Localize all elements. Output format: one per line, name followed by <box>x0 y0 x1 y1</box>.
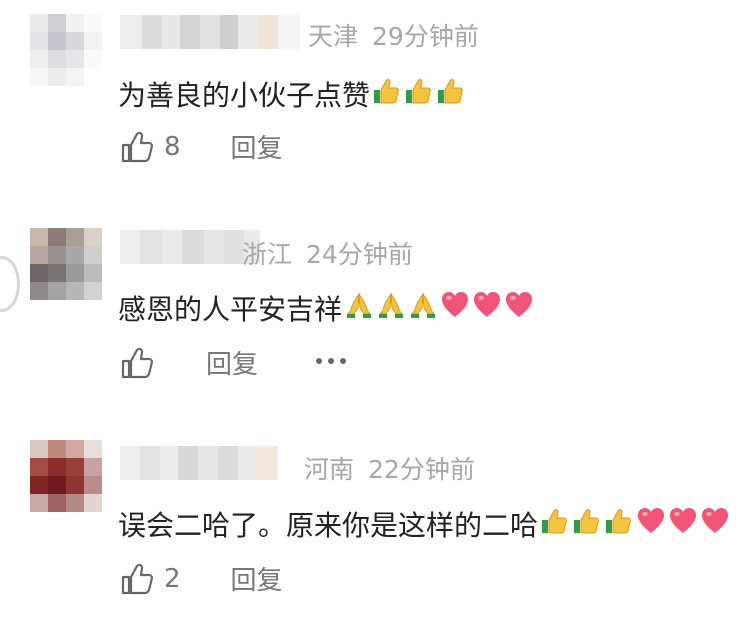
like-button[interactable]: 8 <box>120 130 181 164</box>
comment-actions: 回复 <box>120 344 258 381</box>
heart-emoji-icon <box>700 506 730 536</box>
heart-emoji-icon <box>636 506 666 536</box>
comment-body: 为善良的小伙子点赞 <box>118 79 371 112</box>
thumbs-up-outline-icon <box>121 563 154 594</box>
username-blurred[interactable] <box>120 230 260 264</box>
thumbs-up-emoji-icon <box>540 506 570 536</box>
comment-body: 误会二哈了。原来你是这样的二哈 <box>118 509 539 542</box>
username-blurred[interactable] <box>120 15 300 49</box>
folded-hands-emoji-icon <box>408 290 438 320</box>
comment-body: 感恩的人平安吉祥 <box>118 293 343 326</box>
timestamp: 22分钟前 <box>368 455 475 484</box>
comment-meta: 天津 29分钟前 <box>308 17 479 53</box>
thumbs-up-emoji-icon <box>436 76 466 106</box>
comment-actions: 8 回复 <box>120 128 283 165</box>
location-label: 浙江 <box>242 240 293 269</box>
reply-button[interactable]: 回复 <box>231 128 283 165</box>
thumbs-up-outline-icon <box>121 131 154 162</box>
location-label: 天津 <box>308 22 359 51</box>
thumbs-up-outline-icon <box>121 347 154 378</box>
comment-meta: 河南 22分钟前 <box>304 450 475 486</box>
comment-text: 误会二哈了。原来你是这样的二哈 <box>118 504 730 544</box>
thumbs-up-emoji-icon <box>572 506 602 536</box>
like-button[interactable] <box>120 346 164 380</box>
scroll-edge-decoration <box>0 256 20 312</box>
comment-actions: 2 回复 <box>120 560 283 597</box>
more-options-icon[interactable] <box>316 358 352 364</box>
heart-emoji-icon <box>472 290 502 320</box>
reply-button[interactable]: 回复 <box>231 560 283 597</box>
username-blurred[interactable] <box>120 446 278 480</box>
timestamp: 29分钟前 <box>372 22 479 51</box>
location-label: 河南 <box>304 455 355 484</box>
like-count: 2 <box>164 563 181 594</box>
comment-text: 感恩的人平安吉祥 <box>118 288 534 328</box>
comment-text: 为善良的小伙子点赞 <box>118 74 466 114</box>
comments-list: 天津 29分钟前 为善良的小伙子点赞 8 回复 浙江 24分钟前 感恩的人平安吉祥 <box>0 0 756 636</box>
heart-emoji-icon <box>440 290 470 320</box>
reply-button[interactable]: 回复 <box>206 344 258 381</box>
like-button[interactable]: 2 <box>120 562 181 596</box>
emoji-group <box>370 76 466 113</box>
timestamp: 24分钟前 <box>306 240 413 269</box>
emoji-group <box>538 506 730 543</box>
heart-emoji-icon <box>668 506 698 536</box>
avatar[interactable] <box>30 228 102 300</box>
folded-hands-emoji-icon <box>376 290 406 320</box>
avatar[interactable] <box>30 440 102 512</box>
like-count: 8 <box>164 131 181 162</box>
avatar[interactable] <box>30 14 102 86</box>
thumbs-up-emoji-icon <box>372 76 402 106</box>
heart-emoji-icon <box>504 290 534 320</box>
thumbs-up-emoji-icon <box>404 76 434 106</box>
comment-meta: 浙江 24分钟前 <box>242 235 413 271</box>
folded-hands-emoji-icon <box>344 290 374 320</box>
emoji-group <box>342 290 534 327</box>
thumbs-up-emoji-icon <box>604 506 634 536</box>
